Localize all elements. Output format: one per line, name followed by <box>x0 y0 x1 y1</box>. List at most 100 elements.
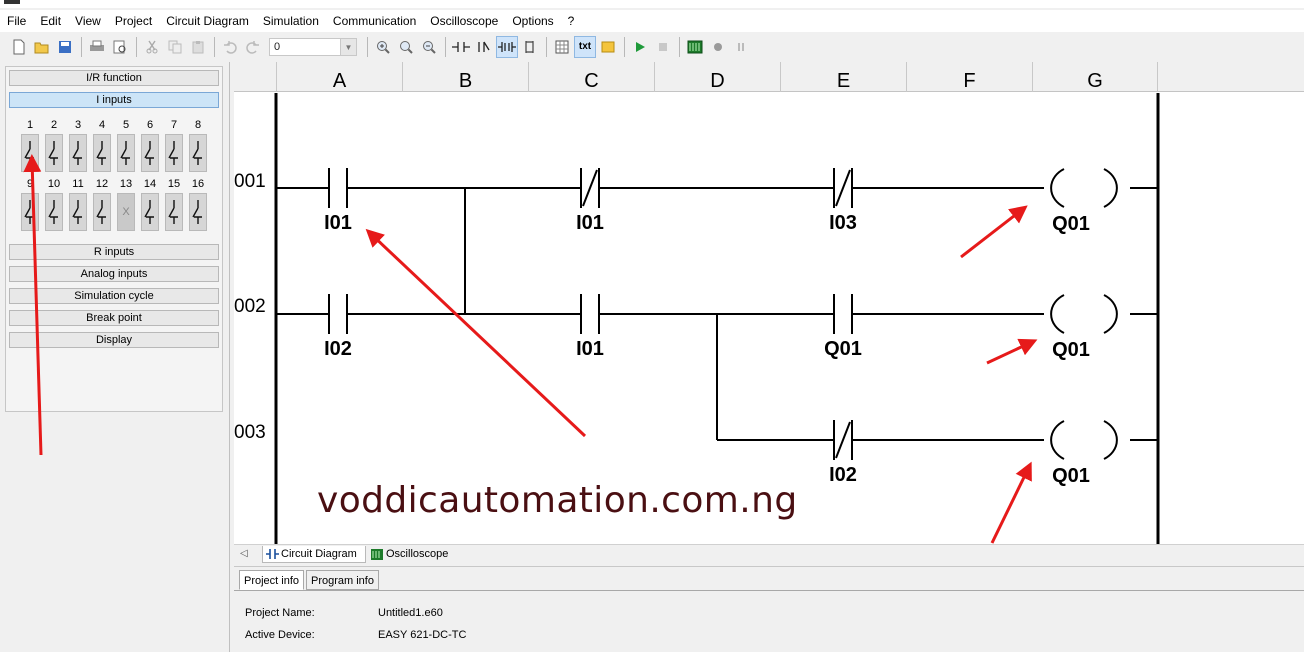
text-toggle-button[interactable]: txt <box>574 36 596 58</box>
record-button[interactable] <box>707 36 729 58</box>
comment-icon <box>601 41 615 53</box>
input-number-10: 10 <box>47 178 61 190</box>
tab-program-info[interactable]: Program info <box>306 570 379 590</box>
undo-button[interactable] <box>219 36 241 58</box>
start-simulation-button[interactable] <box>629 36 651 58</box>
insert-coil-button[interactable] <box>496 36 518 58</box>
zoom-in-button[interactable] <box>372 36 394 58</box>
chevron-down-icon[interactable]: ▼ <box>340 39 356 55</box>
open-file-button[interactable] <box>31 36 53 58</box>
simulation-panel: I/R function I inputs 1 2 3 4 5 6 7 8 9 10 11 12 13 X… <box>0 62 230 652</box>
menu-oscilloscope[interactable]: Oscilloscope <box>423 14 505 28</box>
zoom-fit-button[interactable] <box>395 36 417 58</box>
input-switch-14[interactable] <box>141 193 159 231</box>
zoom-out-button[interactable] <box>418 36 440 58</box>
section-ir-function[interactable]: I/R function <box>9 70 219 86</box>
menu-communication[interactable]: Communication <box>326 14 423 28</box>
menu-options[interactable]: Options <box>505 14 560 28</box>
save-button[interactable] <box>54 36 76 58</box>
toolbar-separator <box>445 37 446 57</box>
cut-button[interactable] <box>141 36 163 58</box>
section-analog-inputs[interactable]: Analog inputs <box>9 266 219 282</box>
input-switch-1[interactable] <box>21 134 39 172</box>
pause-button[interactable] <box>730 36 752 58</box>
print-preview-button[interactable] <box>109 36 131 58</box>
input-switch-8[interactable] <box>189 134 207 172</box>
circuit-diagram-canvas[interactable]: A B C D E F G 001 002 003 I01 I01 I03 Q0… <box>234 62 1304 544</box>
print-button[interactable] <box>86 36 108 58</box>
input-switch-3[interactable] <box>69 134 87 172</box>
input-number-4: 4 <box>98 119 106 131</box>
switch-icon <box>96 200 106 224</box>
pause-icon <box>738 43 744 51</box>
paste-button[interactable] <box>187 36 209 58</box>
toolbar: 0 ▼ txt <box>0 34 1304 60</box>
grid-toggle-button[interactable] <box>551 36 573 58</box>
tab-oscilloscope[interactable]: Oscilloscope <box>368 546 458 563</box>
input-switch-2[interactable] <box>45 134 63 172</box>
contact-label-r3-e: I02 <box>829 464 857 486</box>
stop-simulation-button[interactable] <box>652 36 674 58</box>
section-break-point[interactable]: Break point <box>9 310 219 326</box>
ladder-diagram <box>274 93 1160 544</box>
switch-icon <box>168 200 178 224</box>
text-toggle-label: txt <box>578 41 592 52</box>
switch-icon <box>120 141 130 165</box>
input-switch-12[interactable] <box>93 193 111 231</box>
section-i-inputs[interactable]: I inputs <box>9 92 219 108</box>
switch-icon <box>72 200 82 224</box>
menu-help[interactable]: ? <box>561 14 582 28</box>
insert-nc-contact-button[interactable] <box>473 36 495 58</box>
tab-circuit-diagram-label: Circuit Diagram <box>281 548 357 560</box>
input-switch-13[interactable]: X <box>117 193 135 231</box>
input-switch-16[interactable] <box>189 193 207 231</box>
menu-simulation[interactable]: Simulation <box>256 14 326 28</box>
copy-button[interactable] <box>164 36 186 58</box>
input-switch-5[interactable] <box>117 134 135 172</box>
insert-contact-button[interactable] <box>450 36 472 58</box>
input-switch-6[interactable] <box>141 134 159 172</box>
input-number-3: 3 <box>74 119 82 131</box>
tab-scroll-left-icon[interactable]: ◁ <box>240 548 248 559</box>
zoom-select[interactable]: 0 ▼ <box>269 38 357 56</box>
switch-icon <box>192 141 202 165</box>
input-switch-15[interactable] <box>165 193 183 231</box>
redo-button[interactable] <box>242 36 264 58</box>
menu-edit[interactable]: Edit <box>33 14 68 28</box>
input-number-1: 1 <box>26 119 34 131</box>
menu-circuit-diagram[interactable]: Circuit Diagram <box>159 14 256 28</box>
comment-button[interactable] <box>597 36 619 58</box>
input-switch-11[interactable] <box>69 193 87 231</box>
new-file-button[interactable] <box>8 36 30 58</box>
project-name-value: Untitled1.e60 <box>378 607 443 619</box>
tab-oscilloscope-label: Oscilloscope <box>386 548 449 560</box>
input-switch-10[interactable] <box>45 193 63 231</box>
section-r-inputs[interactable]: R inputs <box>9 244 219 260</box>
nc-contact-icon <box>478 41 490 52</box>
switch-icon <box>96 141 106 165</box>
tab-project-info[interactable]: Project info <box>239 570 305 590</box>
switch-icon <box>48 141 58 165</box>
insert-connection-button[interactable] <box>519 36 541 58</box>
input-number-12: 12 <box>95 178 109 190</box>
menu-view[interactable]: View <box>68 14 108 28</box>
oscilloscope-button[interactable] <box>684 36 706 58</box>
input-number-11: 11 <box>72 178 84 190</box>
menu-project[interactable]: Project <box>108 14 159 28</box>
menu-file[interactable]: File <box>0 14 33 28</box>
contact-r2-e <box>833 294 853 334</box>
info-panel: Project info Program info Project Name: … <box>234 566 1304 652</box>
input-switch-9[interactable] <box>21 193 39 231</box>
section-display[interactable]: Display <box>9 332 219 348</box>
new-file-icon <box>13 39 25 55</box>
switch-icon <box>168 141 178 165</box>
input-number-7: 7 <box>170 119 178 131</box>
stop-icon <box>659 43 667 51</box>
tab-circuit-diagram[interactable]: Circuit Diagram <box>262 546 366 563</box>
section-simulation-cycle[interactable]: Simulation cycle <box>9 288 219 304</box>
copy-icon <box>168 40 182 54</box>
input-switch-7[interactable] <box>165 134 183 172</box>
coil-icon <box>498 42 516 52</box>
project-info-body: Project Name: Untitled1.e60 Active Devic… <box>234 590 1304 652</box>
input-switch-4[interactable] <box>93 134 111 172</box>
